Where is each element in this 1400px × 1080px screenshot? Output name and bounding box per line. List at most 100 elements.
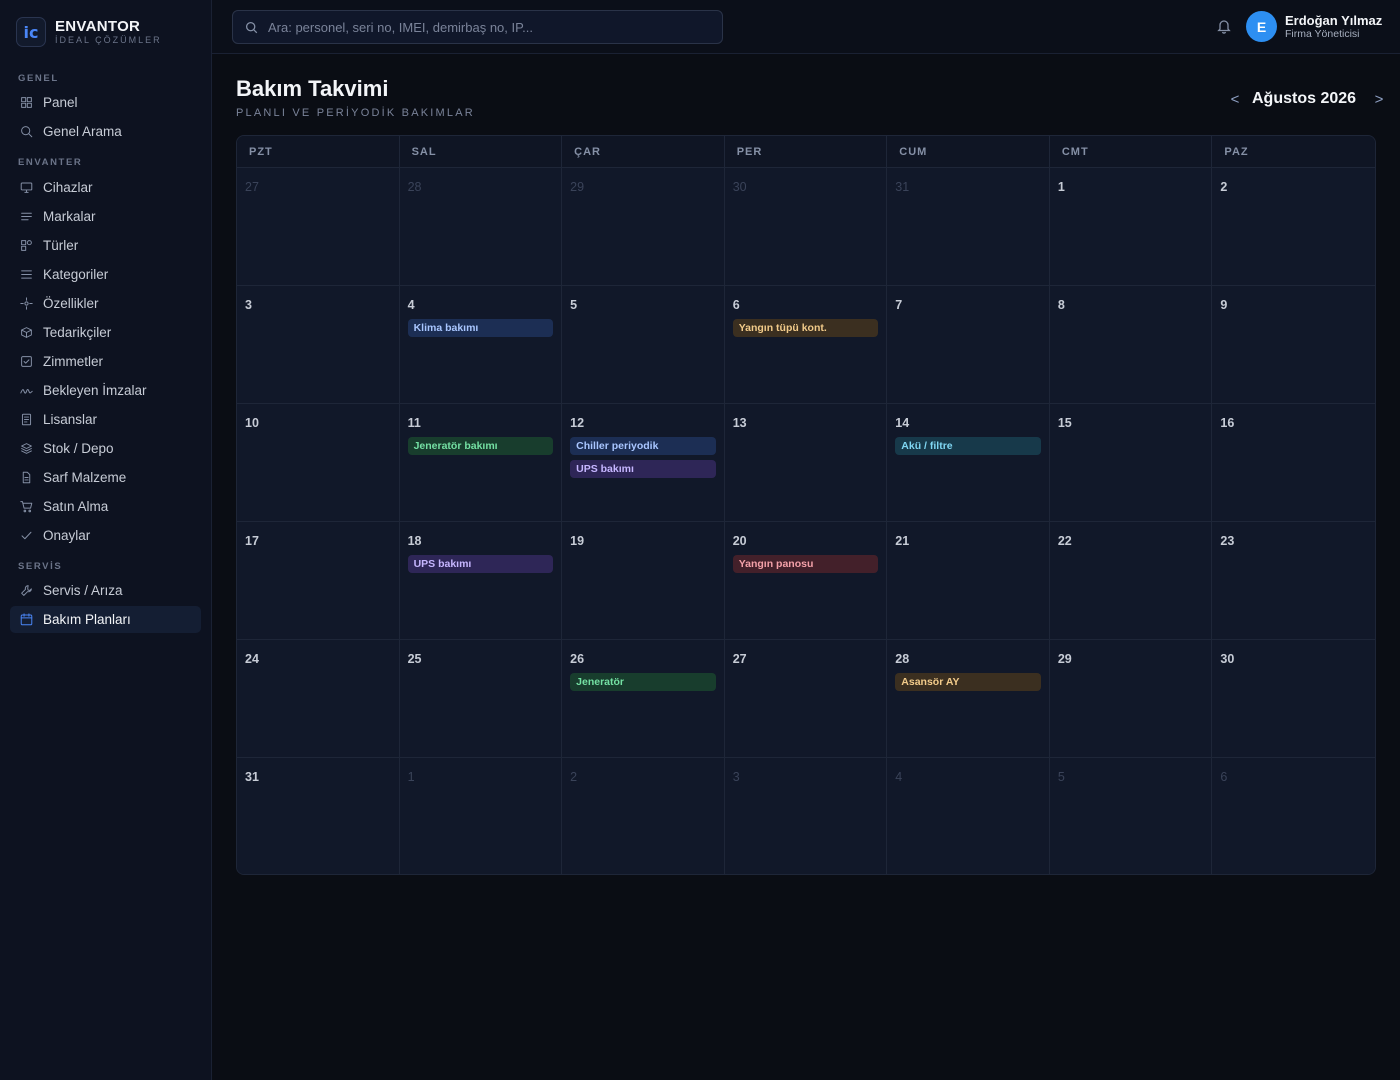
calendar-day-cell[interactable]: 4 — [887, 758, 1050, 874]
calendar-day-cell[interactable]: 1 — [1049, 168, 1213, 286]
day-number: 1 — [1057, 180, 1065, 194]
calendar-day-cell[interactable]: 30 — [724, 168, 888, 286]
wrench-icon — [20, 584, 33, 597]
nav-section-envanter: ENVANTER — [18, 157, 83, 168]
sidebar-item-türler[interactable]: Türler — [10, 232, 201, 259]
calendar-event[interactable]: Klima bakımı — [407, 319, 554, 337]
sidebar-item-genel-arama[interactable]: Genel Arama — [10, 118, 201, 145]
calendar-day-cell[interactable]: 16 — [1212, 404, 1375, 522]
sidebar-item-bakım-planları[interactable]: Bakım Planları — [10, 606, 201, 633]
calendar-event[interactable]: Yangın panosu — [732, 555, 879, 573]
calendar-day-cell[interactable]: 29 — [562, 168, 725, 286]
next-month-button[interactable]: > — [1372, 91, 1386, 108]
calendar-day-cell[interactable]: 30 — [1212, 640, 1375, 758]
calendar-day-cell[interactable]: 6 — [1212, 758, 1375, 874]
calendar-day-cell[interactable]: 7 — [887, 286, 1050, 404]
calendar-day-cell[interactable]: 11 Jeneratör bakımı — [399, 404, 563, 522]
day-number: 28 — [407, 180, 422, 194]
calendar-day-cell[interactable]: 3 — [724, 758, 888, 874]
calendar-day-cell[interactable]: 24 — [237, 640, 400, 758]
calendar-event[interactable]: UPS bakımı — [407, 555, 554, 573]
calendar-day-cell[interactable]: 22 — [1049, 522, 1213, 640]
sidebar-item-özellikler[interactable]: Özellikler — [10, 290, 201, 317]
calendar-day-cell[interactable]: 4 Klima bakımı — [399, 286, 563, 404]
day-number: 12 — [570, 416, 585, 430]
calendar-day-cell[interactable]: 18 UPS bakımı — [399, 522, 563, 640]
sidebar-item-label: Panel — [43, 95, 78, 110]
calendar-day-cell[interactable]: 2 — [562, 758, 725, 874]
calendar-event[interactable]: Jeneratör bakımı — [407, 437, 554, 455]
calendar-day-cell[interactable]: 12 Chiller periyodik UPS bakımı — [562, 404, 725, 522]
calendar-day-cell[interactable]: 10 — [237, 404, 400, 522]
sidebar-item-satın-alma[interactable]: Satın Alma — [10, 493, 201, 520]
calendar-day-cell[interactable]: 21 — [887, 522, 1050, 640]
day-number: 17 — [245, 534, 259, 548]
calendar-event[interactable]: Akü / filtre — [895, 437, 1041, 455]
calendar-event[interactable]: Asansör AY — [895, 673, 1041, 691]
sidebar-item-servis-arıza[interactable]: Servis / Arıza — [10, 577, 201, 604]
calendar-day-cell[interactable]: 27 — [237, 168, 400, 286]
calendar-event[interactable]: Jeneratör — [570, 673, 716, 691]
calendar-day-cell[interactable]: 20 Yangın panosu — [724, 522, 888, 640]
calendar-day-cell[interactable]: 25 — [399, 640, 563, 758]
day-number: 3 — [245, 298, 252, 312]
day-number: 9 — [1220, 298, 1228, 312]
calendar-day-cell[interactable]: 2 — [1212, 168, 1375, 286]
calendar-day-cell[interactable]: 26 Jeneratör — [562, 640, 725, 758]
calendar-day-cell[interactable]: 31 — [237, 758, 400, 874]
sidebar-item-label: Satın Alma — [43, 499, 109, 514]
sidebar-item-label: Kategoriler — [43, 267, 109, 282]
search-input[interactable] — [268, 19, 708, 35]
day-number: 5 — [1057, 770, 1065, 784]
calendar-day-cell[interactable]: 8 — [1049, 286, 1213, 404]
sidebar-item-kategoriler[interactable]: Kategoriler — [10, 261, 201, 288]
calendar-event[interactable]: UPS bakımı — [570, 460, 716, 478]
sidebar-item-zimmetler[interactable]: Zimmetler — [10, 348, 201, 375]
calendar-day-cell[interactable]: 31 — [887, 168, 1050, 286]
day-number: 4 — [407, 298, 415, 312]
cart-icon — [20, 500, 33, 513]
calendar-day-cell[interactable]: 17 — [237, 522, 400, 640]
calendar-day-cell[interactable]: 3 — [237, 286, 400, 404]
calendar-day-cell[interactable]: 27 — [724, 640, 888, 758]
calendar-day-cell[interactable]: 28 — [399, 168, 563, 286]
sidebar-item-bekleyen-i-mzalar[interactable]: Bekleyen İmzalar — [10, 377, 201, 404]
sidebar-item-onaylar[interactable]: Onaylar — [10, 522, 201, 549]
weekday-label: CMT — [1050, 136, 1213, 168]
calendar-day-cell[interactable]: 14 Akü / filtre — [887, 404, 1050, 522]
prev-month-button[interactable]: < — [1228, 91, 1242, 108]
calendar-event[interactable]: Yangın tüpü kont. — [732, 319, 879, 337]
check-icon — [20, 529, 33, 542]
calendar-day-cell[interactable]: 5 — [562, 286, 725, 404]
sidebar-item-cihazlar[interactable]: Cihazlar — [10, 174, 201, 201]
calendar-day-cell[interactable]: 28 Asansör AY — [887, 640, 1050, 758]
brand-tagline: İDEAL ÇÖZÜMLER — [55, 35, 162, 45]
sidebar-item-panel[interactable]: Panel — [10, 89, 201, 116]
search-box[interactable] — [232, 10, 723, 44]
calendar-day-cell[interactable]: 15 — [1049, 404, 1213, 522]
calendar-event[interactable]: Chiller periyodik — [570, 437, 716, 455]
calendar-day-cell[interactable]: 5 — [1049, 758, 1213, 874]
avatar[interactable]: E — [1246, 11, 1277, 42]
calendar-day-cell[interactable]: 13 — [724, 404, 888, 522]
sidebar-item-sarf-malzeme[interactable]: Sarf Malzeme — [10, 464, 201, 491]
calendar-day-cell[interactable]: 29 — [1049, 640, 1213, 758]
sidebar-item-label: Cihazlar — [43, 180, 93, 195]
sidebar-item-lisanslar[interactable]: Lisanslar — [10, 406, 201, 433]
calendar-day-cell[interactable]: 6 Yangın tüpü kont. — [724, 286, 888, 404]
brand[interactable]: ic ENVANTOR İDEAL ÇÖZÜMLER — [16, 17, 162, 47]
weekday-label: PER — [725, 136, 888, 168]
user-name[interactable]: Erdoğan Yılmaz — [1285, 13, 1382, 28]
day-number: 10 — [245, 416, 259, 430]
calendar-day-cell[interactable]: 23 — [1212, 522, 1375, 640]
calendar-day-cell[interactable]: 1 — [399, 758, 563, 874]
sidebar-item-stok-depo[interactable]: Stok / Depo — [10, 435, 201, 462]
sidebar-item-tedarikçiler[interactable]: Tedarikçiler — [10, 319, 201, 346]
sidebar-item-markalar[interactable]: Markalar — [10, 203, 201, 230]
day-number: 19 — [570, 534, 585, 548]
brand-logo: ic — [16, 17, 46, 47]
calendar-day-cell[interactable]: 9 — [1212, 286, 1375, 404]
sidebar-item-label: Genel Arama — [43, 124, 122, 139]
bell-icon[interactable] — [1216, 18, 1232, 34]
calendar-day-cell[interactable]: 19 — [562, 522, 725, 640]
